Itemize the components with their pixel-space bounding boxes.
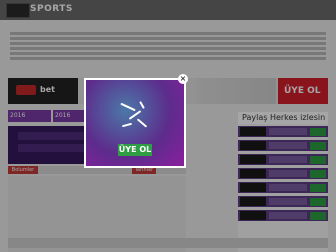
modal-signup-button[interactable]: ÜYE OL <box>118 144 152 156</box>
splash-graphic-icon <box>116 100 156 130</box>
promo-modal[interactable]: ÜYE OL <box>84 78 186 168</box>
close-icon[interactable]: × <box>178 74 188 84</box>
